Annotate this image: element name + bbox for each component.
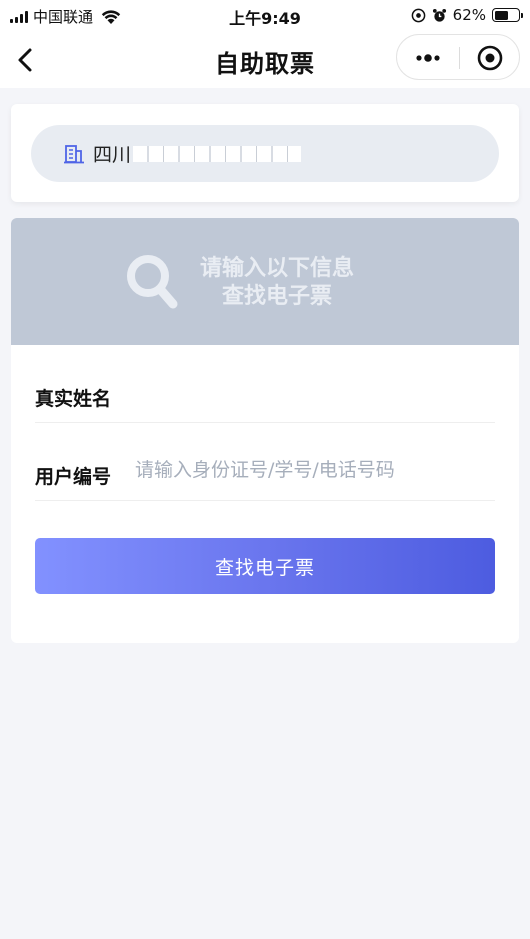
status-right: 62% xyxy=(411,6,523,24)
navigation-bar: 自助取票 xyxy=(0,32,530,88)
location-lock-icon xyxy=(411,8,425,22)
search-icon xyxy=(127,255,178,309)
user-id-input[interactable] xyxy=(135,453,491,487)
real-name-label: 真实姓名 xyxy=(35,388,112,410)
battery-percent: 62% xyxy=(452,6,486,24)
redacted-text xyxy=(133,145,302,162)
banner-text: 请输入以下信息 查找电子票 xyxy=(187,255,367,311)
ticket-search-card: 请输入以下信息 查找电子票 真实姓名 用户编号 查找电子票 xyxy=(11,218,519,643)
organization-card: 四川 xyxy=(11,104,519,202)
status-bar: 中国联通 上午9:49 62% xyxy=(0,0,530,32)
close-target-icon[interactable] xyxy=(460,35,520,79)
banner-line-1: 请输入以下信息 xyxy=(199,256,354,281)
alarm-icon xyxy=(432,8,446,22)
mini-program-capsule xyxy=(396,34,520,80)
organization-selector[interactable]: 四川 xyxy=(31,125,499,182)
banner-line-2: 查找电子票 xyxy=(221,284,332,309)
search-banner: 请输入以下信息 查找电子票 xyxy=(11,218,519,345)
building-icon xyxy=(64,144,84,163)
find-ticket-button[interactable]: 查找电子票 xyxy=(35,538,495,594)
real-name-input[interactable] xyxy=(135,375,491,409)
battery-fill xyxy=(494,10,509,20)
organization-name: 四川 xyxy=(93,144,132,166)
real-name-row: 真实姓名 xyxy=(35,345,495,423)
user-id-row: 用户编号 xyxy=(35,423,495,501)
user-id-label: 用户编号 xyxy=(35,466,112,488)
battery-icon xyxy=(492,8,523,22)
more-options-icon[interactable] xyxy=(397,35,459,79)
